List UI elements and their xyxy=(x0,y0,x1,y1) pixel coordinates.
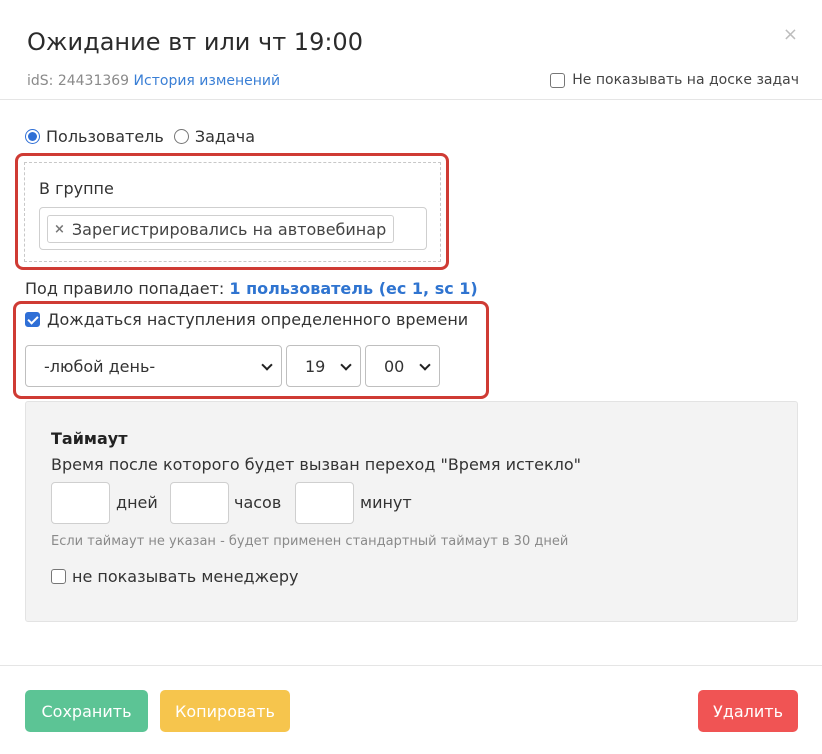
timeout-days-input[interactable] xyxy=(51,482,110,524)
wait-time-checkbox[interactable] xyxy=(25,312,40,327)
target-type-radios: Пользователь Задача xyxy=(25,127,265,146)
rule-match-count-link[interactable]: 1 пользователь (ec 1, sc 1) xyxy=(229,279,477,298)
timeout-minutes-label: минут xyxy=(360,493,412,512)
timeout-description: Время после которого будет вызван перехо… xyxy=(51,455,581,474)
delete-button[interactable]: Удалить xyxy=(698,690,798,732)
group-tag-label: Зарегистрировались на автовебинар xyxy=(71,219,387,239)
wait-time-toggle[interactable]: Дождаться наступления определенного врем… xyxy=(25,310,468,329)
timeout-hours-label: часов xyxy=(234,493,282,512)
radio-option-user[interactable]: Пользователь xyxy=(25,127,164,146)
rule-dialog: Ожидание вт или чт 19:00 × idS: 24431369… xyxy=(0,0,822,754)
header-divider xyxy=(0,99,822,100)
group-condition-label: В группе xyxy=(39,179,114,198)
hide-from-manager-label: не показывать менеджеру xyxy=(72,567,299,586)
hide-on-board-label: Не показывать на доске задач xyxy=(572,72,799,88)
minute-select-value: 00 xyxy=(384,356,405,376)
radio-user[interactable] xyxy=(25,129,40,144)
chevron-down-icon xyxy=(340,359,352,371)
dialog-title: Ожидание вт или чт 19:00 xyxy=(27,28,363,56)
history-link[interactable]: История изменений xyxy=(134,73,281,89)
close-icon[interactable]: × xyxy=(783,26,798,44)
timeout-minutes-input[interactable] xyxy=(295,482,354,524)
timeout-hours-input[interactable] xyxy=(170,482,229,524)
group-tag-input[interactable]: × Зарегистрировались на автовебинар xyxy=(39,207,427,250)
radio-task-label: Задача xyxy=(194,127,256,146)
remove-icon[interactable]: × xyxy=(54,222,65,237)
minute-select[interactable]: 00 xyxy=(365,345,440,387)
hide-on-board-toggle[interactable]: Не показывать на доске задач xyxy=(550,72,799,88)
timeout-days-label: дней xyxy=(116,493,158,512)
save-button[interactable]: Сохранить xyxy=(25,690,148,732)
timeout-title: Таймаут xyxy=(51,429,128,448)
day-select[interactable]: -любой день- xyxy=(25,345,282,387)
meta-row: idS: 24431369 История изменений xyxy=(27,73,280,89)
hour-select-value: 19 xyxy=(305,356,326,376)
chevron-down-icon xyxy=(419,359,431,371)
hide-from-manager-toggle[interactable]: не показывать менеджеру xyxy=(51,567,298,586)
wait-time-label: Дождаться наступления определенного врем… xyxy=(47,310,469,329)
rule-match-info: Под правило попадает: 1 пользователь (ec… xyxy=(25,279,478,298)
day-select-value: -любой день- xyxy=(44,356,156,376)
radio-option-task[interactable]: Задача xyxy=(173,127,256,146)
footer-divider xyxy=(0,665,822,666)
radio-task[interactable] xyxy=(173,129,189,144)
chevron-down-icon xyxy=(261,359,273,371)
radio-user-label: Пользователь xyxy=(46,127,164,146)
group-tag: × Зарегистрировались на автовебинар xyxy=(47,215,395,243)
rule-match-prefix: Под правило попадает: xyxy=(25,279,225,298)
timeout-hint: Если таймаут не указан - будет применен … xyxy=(51,534,569,549)
hide-on-board-checkbox[interactable] xyxy=(550,72,566,88)
copy-button[interactable]: Копировать xyxy=(160,690,290,732)
hour-select[interactable]: 19 xyxy=(286,345,361,387)
hide-from-manager-checkbox[interactable] xyxy=(51,569,66,584)
ids-label: idS: 24431369 xyxy=(27,73,130,89)
